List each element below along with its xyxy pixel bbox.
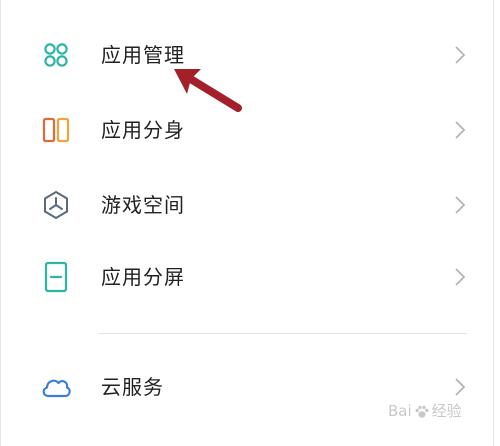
app-clone-icon: [39, 113, 73, 147]
app-grid-icon: [39, 38, 73, 72]
settings-item-split-screen[interactable]: 应用分屏: [1, 242, 495, 312]
chevron-right-icon: [451, 266, 469, 288]
watermark-brand-left: Bai: [388, 402, 412, 420]
cloud-icon: [39, 370, 73, 404]
chevron-right-icon: [451, 376, 469, 398]
split-screen-icon: [39, 260, 73, 294]
settings-item-game-space[interactable]: 游戏空间: [1, 170, 495, 240]
annotation-arrow-icon: [168, 62, 248, 118]
paw-icon: [414, 404, 430, 420]
settings-item-app-management[interactable]: 应用管理: [1, 20, 495, 90]
settings-item-app-clone[interactable]: 应用分身: [1, 95, 495, 165]
settings-item-label: 应用分屏: [101, 265, 185, 289]
game-space-icon: [39, 188, 73, 222]
chevron-right-icon: [451, 194, 469, 216]
chevron-right-icon: [451, 44, 469, 66]
settings-item-label: 应用分身: [101, 118, 185, 142]
settings-item-label: 云服务: [101, 375, 164, 399]
watermark: Bai 经验: [388, 398, 462, 424]
watermark-brand-right: 经验: [431, 402, 462, 420]
settings-item-label: 游戏空间: [101, 193, 185, 217]
chevron-right-icon: [451, 119, 469, 141]
section-divider: [99, 333, 467, 334]
